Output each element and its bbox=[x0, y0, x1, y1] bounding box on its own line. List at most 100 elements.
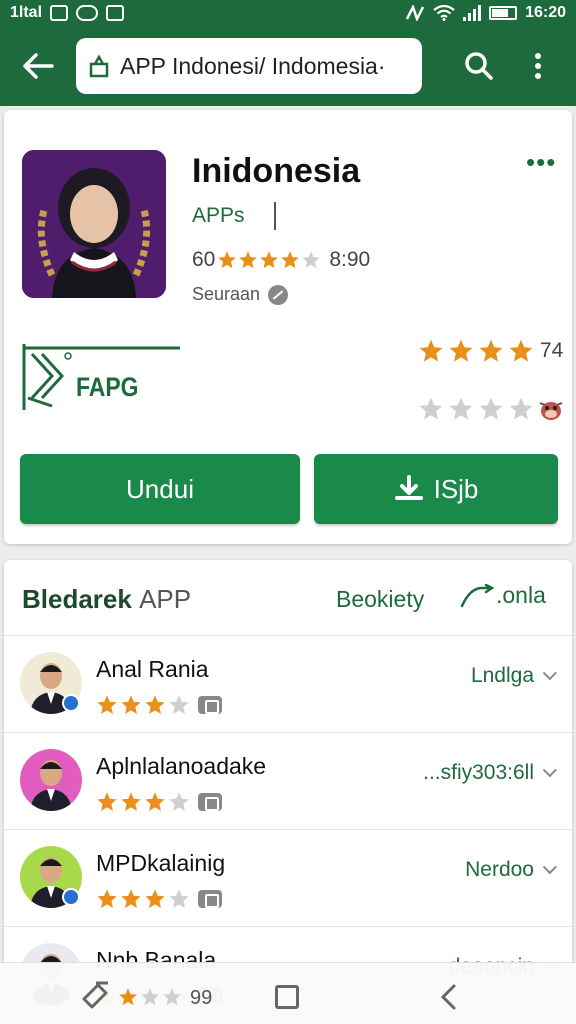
star-filled-icon bbox=[121, 792, 141, 811]
star-filled-icon bbox=[145, 889, 165, 908]
star-filled-icon bbox=[449, 339, 473, 362]
list-item-rating bbox=[96, 888, 222, 910]
star-filled-icon bbox=[145, 792, 165, 811]
star-filled-icon bbox=[97, 889, 117, 908]
star-filled-icon bbox=[218, 251, 237, 269]
star-empty-icon bbox=[169, 695, 189, 714]
rating-summary-bottom bbox=[418, 396, 564, 422]
star-filled-icon bbox=[119, 988, 137, 1006]
clock: 16:20 bbox=[525, 4, 566, 21]
list-item-action[interactable]: ...sfiy303:6ll bbox=[423, 761, 557, 785]
rating-stars bbox=[118, 987, 182, 1007]
star-empty-icon bbox=[449, 397, 473, 420]
rating-summary-top: 74 bbox=[418, 338, 563, 364]
rating-stars bbox=[217, 250, 321, 270]
url-field[interactable]: APP Indonesi/ Indomesia· bbox=[76, 38, 422, 94]
download-icon bbox=[394, 475, 423, 500]
status-bar: 1ltal 16:20 bbox=[0, 0, 576, 26]
star-filled-icon bbox=[260, 251, 279, 269]
related-apps-card: Bledarek APP Beokiety .onla Anal Rania Ln… bbox=[4, 560, 572, 1024]
list-item-title: Aplnlalanoadake bbox=[96, 753, 267, 779]
back-button[interactable] bbox=[0, 26, 76, 106]
section-title: Bledarek APP bbox=[22, 584, 192, 614]
app-rating-row: 60 8:90 bbox=[192, 248, 370, 272]
app-bar: APP Indonesi/ Indomesia· bbox=[0, 26, 576, 106]
arrow-left-icon bbox=[23, 53, 54, 79]
list-item[interactable]: Anal Rania Lndlga bbox=[4, 636, 572, 733]
install-button[interactable]: ISjb bbox=[314, 454, 558, 524]
nav-count: 99 bbox=[190, 987, 213, 1009]
chevron-left-icon[interactable] bbox=[438, 983, 458, 1011]
star-empty-icon bbox=[302, 251, 321, 269]
avatar bbox=[20, 749, 82, 811]
carrier-text: 1ltal bbox=[10, 4, 43, 21]
developer-name: Seuraan bbox=[192, 284, 261, 304]
copy-icon[interactable] bbox=[80, 981, 120, 1009]
chevron-down-icon bbox=[542, 763, 557, 778]
see-more-link[interactable]: Beokiety bbox=[336, 586, 424, 613]
header-action-link[interactable]: .onla bbox=[460, 582, 546, 609]
rating-stars bbox=[418, 338, 534, 364]
star-empty-icon bbox=[509, 397, 533, 420]
star-empty-icon bbox=[169, 792, 189, 811]
list-item[interactable]: Aplnlalanoadake ...sfiy303:6ll bbox=[4, 733, 572, 830]
rating-prefix: 60 bbox=[192, 248, 216, 271]
more-vert-icon bbox=[535, 53, 541, 79]
voicemail-icon bbox=[76, 5, 99, 21]
star-filled-icon bbox=[479, 339, 503, 362]
rating-stars bbox=[418, 396, 534, 422]
chevron-down-icon bbox=[542, 666, 557, 681]
star-empty-icon bbox=[163, 988, 181, 1006]
brand-text: FAPG bbox=[76, 372, 139, 402]
chevron-down-icon bbox=[542, 860, 557, 875]
ratings-count: 74 bbox=[540, 339, 564, 362]
system-nav-bar: 99 bbox=[0, 962, 576, 1024]
list-item-action[interactable]: Nerdoo bbox=[465, 858, 557, 882]
rating-suffix: 8:90 bbox=[329, 248, 371, 271]
star-empty-icon bbox=[141, 988, 159, 1006]
blocked-icon bbox=[268, 284, 289, 305]
star-empty-icon bbox=[479, 397, 503, 420]
install-label: ISjb bbox=[433, 473, 479, 504]
content-rating-icon bbox=[198, 890, 222, 908]
app-icon bbox=[22, 150, 166, 298]
star-filled-icon bbox=[121, 695, 141, 714]
star-filled-icon bbox=[239, 251, 258, 269]
nfc-icon bbox=[405, 5, 425, 21]
list-item[interactable]: MPDkalainig Nerdoo bbox=[4, 830, 572, 927]
app-detail-card: Inidonesia ••• APPs 60 8:90 Seuraan FAPG… bbox=[4, 110, 572, 544]
app-title: Inidonesia bbox=[192, 152, 361, 190]
star-empty-icon bbox=[419, 397, 443, 420]
star-filled-icon bbox=[281, 251, 300, 269]
content-rating-icon bbox=[198, 696, 222, 714]
section-header: Bledarek APP Beokiety .onla bbox=[4, 560, 572, 636]
star-filled-icon bbox=[509, 339, 533, 362]
download-label: Undui bbox=[126, 473, 194, 504]
list-item-action[interactable]: Lndlga bbox=[471, 664, 557, 688]
verified-badge-icon bbox=[62, 888, 80, 906]
developer-row[interactable]: Seuraan bbox=[192, 284, 289, 305]
home-button[interactable] bbox=[275, 985, 299, 1009]
image-notification-icon bbox=[50, 5, 69, 21]
search-button[interactable] bbox=[440, 26, 518, 106]
star-filled-icon bbox=[97, 695, 117, 714]
star-filled-icon bbox=[121, 889, 141, 908]
star-empty-icon bbox=[169, 889, 189, 908]
search-icon bbox=[465, 52, 493, 80]
star-filled-icon bbox=[145, 695, 165, 714]
url-text: APP Indonesi/ Indomesia· bbox=[120, 52, 386, 79]
more-horiz-icon[interactable]: ••• bbox=[526, 149, 556, 175]
lock-icon bbox=[89, 54, 109, 78]
download-button[interactable]: Undui bbox=[20, 454, 300, 524]
list-item-title: MPDkalainig bbox=[96, 850, 226, 876]
star-filled-icon bbox=[419, 339, 443, 362]
cow-icon bbox=[539, 402, 563, 420]
content-rating-icon bbox=[198, 793, 222, 811]
star-filled-icon bbox=[97, 792, 117, 811]
app-notification-icon bbox=[106, 5, 125, 21]
divider bbox=[274, 202, 276, 230]
more-options-button[interactable] bbox=[518, 26, 558, 106]
list-item-rating bbox=[96, 694, 222, 716]
list-item-title: Anal Rania bbox=[96, 656, 209, 682]
app-category[interactable]: APPs bbox=[192, 204, 245, 228]
